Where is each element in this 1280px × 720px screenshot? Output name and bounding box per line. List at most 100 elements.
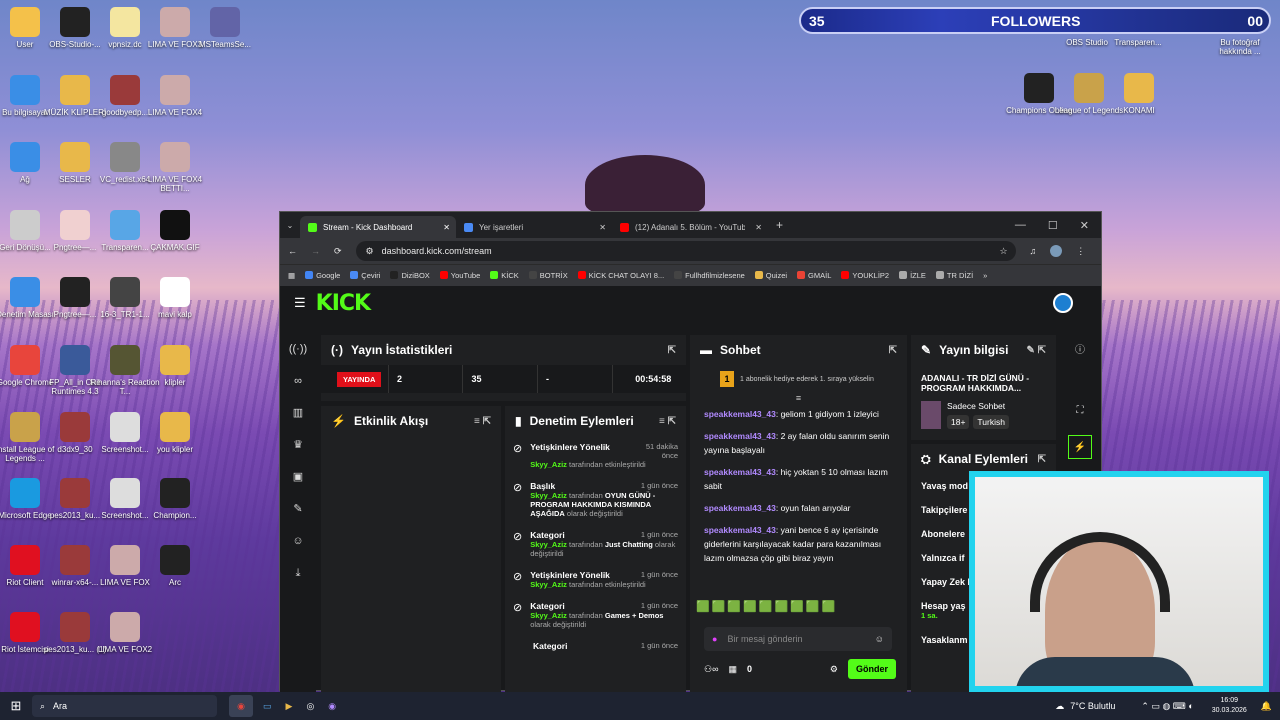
bookmark-item[interactable]: YOUKLİP2 bbox=[841, 271, 889, 280]
emoji-icon[interactable]: ☺ bbox=[875, 634, 884, 644]
bookmark-label: KİCK CHAT OLAYI 8... bbox=[588, 271, 665, 280]
bookmark-star-icon[interactable]: ☆ bbox=[999, 246, 1007, 257]
hamburger-icon[interactable]: ☰ bbox=[294, 295, 306, 311]
sidebar-users-icon[interactable]: ☺ bbox=[280, 525, 316, 557]
bookmark-item[interactable]: BOTRİX bbox=[528, 271, 568, 280]
edit-icon[interactable]: ✎ ⇱ bbox=[1026, 345, 1046, 356]
back-icon[interactable]: ← bbox=[288, 246, 297, 256]
quick-action-icon[interactable]: ⚡ bbox=[1068, 435, 1092, 459]
pinned-icon[interactable]: ≡ bbox=[690, 393, 907, 403]
desktop-icon[interactable]: klipler bbox=[140, 345, 210, 387]
mod-item-user: Skyy_Aziz bbox=[530, 580, 567, 589]
new-tab-button[interactable]: + bbox=[776, 218, 783, 232]
expand-icon[interactable]: ⇱ bbox=[668, 345, 676, 356]
tab-search-icon[interactable]: ⌄ bbox=[280, 221, 300, 230]
desktop-icon[interactable]: Bu fotoğraf hakkında ... bbox=[1205, 38, 1275, 56]
bookmark-item[interactable]: KİCK bbox=[490, 271, 519, 280]
chat-username[interactable]: speakkemal43_43 bbox=[704, 525, 776, 535]
chat-input[interactable]: ● Bir mesaj gönderin ☺ bbox=[704, 627, 892, 651]
weather-icon[interactable]: ☁ bbox=[1055, 701, 1064, 712]
desktop-icon[interactable]: LIMA VE FOX4 BETTI... bbox=[140, 142, 210, 193]
clock[interactable]: 16:09 30.03.2026 bbox=[1212, 696, 1247, 716]
taskbar-explorer-icon[interactable]: ▭ bbox=[263, 701, 272, 712]
user-avatar[interactable] bbox=[1053, 293, 1073, 313]
close-tab-icon[interactable]: ✕ bbox=[443, 223, 450, 232]
reload-icon[interactable]: ⟳ bbox=[334, 246, 342, 257]
settings-icon[interactable]: ⚙ bbox=[830, 664, 838, 675]
weather-text[interactable]: 7°C Bulutlu bbox=[1070, 701, 1115, 711]
taskbar-chrome-icon[interactable]: ◉ bbox=[229, 695, 253, 717]
sidebar-analytics-icon[interactable]: ▥ bbox=[280, 397, 316, 429]
url-field[interactable]: ⚙ dashboard.kick.com/stream ☆ bbox=[355, 241, 1016, 261]
taskbar-app-icon[interactable]: ◉ bbox=[328, 701, 336, 712]
browser-tab[interactable]: Yer işaretleri ✕ bbox=[456, 216, 612, 238]
chat-expand-icon[interactable]: ⇱ bbox=[889, 345, 897, 356]
chat-username[interactable]: speakkemal43_43 bbox=[704, 409, 776, 419]
desktop-icon[interactable]: KONAMI bbox=[1104, 73, 1174, 115]
desktop-icon[interactable]: ÇAKMAK.GIF bbox=[140, 210, 210, 252]
desktop-icon[interactable]: Transparen... bbox=[1103, 38, 1173, 47]
send-button[interactable]: Gönder bbox=[847, 659, 896, 679]
mic-icon[interactable]: ● bbox=[712, 634, 717, 644]
site-info-icon[interactable]: ⚙ bbox=[366, 246, 374, 257]
sidebar-trophy-icon[interactable]: ♛ bbox=[280, 429, 316, 461]
mod-item-title: Yetişkinlere Yönelik bbox=[530, 570, 610, 580]
desktop-icon[interactable]: mavi kalp bbox=[140, 277, 210, 319]
desktop-icon[interactable]: Champion... bbox=[140, 478, 210, 520]
sidebar-media-icon[interactable]: ▣ bbox=[280, 461, 316, 493]
info-icon[interactable]: ⓘ bbox=[1060, 335, 1100, 367]
forward-icon[interactable]: → bbox=[311, 246, 320, 256]
sidebar-stream-icon[interactable]: ((·)) bbox=[280, 333, 316, 365]
gift-icon[interactable]: ▦ bbox=[728, 664, 737, 675]
profile-avatar[interactable] bbox=[1050, 245, 1063, 257]
emote-row[interactable]: 🟩🟩🟩🟩🟩🟩🟩🟩🟩 bbox=[696, 600, 837, 613]
browser-tab[interactable]: (12) Adanalı 5. Bölüm - YouTub ✕ bbox=[612, 216, 768, 238]
desktop-icon[interactable]: LIMA VE FOX2 bbox=[90, 612, 160, 654]
start-icon[interactable]: ⊞ bbox=[0, 698, 32, 714]
taskbar-obs-icon[interactable]: ◎ bbox=[306, 701, 314, 712]
sidebar-link-icon[interactable]: ∞ bbox=[280, 365, 316, 397]
filter-icon[interactable]: ≡ ⇱ bbox=[474, 416, 491, 427]
channel-expand-icon[interactable]: ⇱ bbox=[1038, 454, 1046, 465]
bookmark-item[interactable]: DiziBOX bbox=[390, 271, 430, 280]
bookmark-item[interactable]: İZLE bbox=[899, 271, 926, 280]
chat-username[interactable]: speakkemal43_43 bbox=[704, 467, 776, 477]
menu-icon[interactable]: ⋮ bbox=[1076, 246, 1085, 257]
mod-filter-icon[interactable]: ≡ ⇱ bbox=[659, 416, 676, 427]
media-icon[interactable]: ♫ bbox=[1030, 246, 1037, 256]
taskbar-media-icon[interactable]: ▶ bbox=[286, 701, 293, 712]
chat-username[interactable]: speakkemal43_43 bbox=[704, 431, 776, 441]
sidebar-tools-icon[interactable]: ✎ bbox=[280, 493, 316, 525]
browser-tab[interactable]: Stream - Kick Dashboard ✕ bbox=[300, 216, 456, 238]
chat-username[interactable]: speakkemal43_43 bbox=[704, 503, 776, 513]
tray-icons[interactable]: ⌃ ▭ ◍ ⌨ ◐ bbox=[1141, 701, 1193, 712]
channel-action-label: Yavaş mod bbox=[921, 481, 969, 491]
desktop-icon[interactable]: MSTeamsSe... bbox=[190, 7, 260, 49]
category-name[interactable]: Sadece Sohbet bbox=[947, 401, 1009, 411]
close-tab-icon[interactable]: ✕ bbox=[599, 223, 606, 232]
desktop-icon[interactable]: LIMA VE FOX4 bbox=[140, 75, 210, 117]
notification-icon[interactable]: 🔔 bbox=[1261, 701, 1272, 712]
desktop-icon[interactable]: Arc bbox=[140, 545, 210, 587]
mod-item-time: 1 gün önce bbox=[640, 481, 678, 490]
bookmark-item[interactable]: Çeviri bbox=[350, 271, 380, 280]
close-tab-icon[interactable]: ✕ bbox=[755, 223, 762, 232]
bookmark-item[interactable]: Quizei bbox=[754, 271, 787, 280]
maximize-icon[interactable]: ☐ bbox=[1048, 219, 1058, 232]
bookmark-item[interactable]: Google bbox=[305, 271, 340, 280]
bookmark-item[interactable]: Fullhdfilmizlesene bbox=[674, 271, 745, 280]
points-icon[interactable]: ⚇∞ bbox=[704, 664, 718, 675]
bookmark-item[interactable]: TR DİZİ bbox=[935, 271, 973, 280]
close-window-icon[interactable]: ✕ bbox=[1080, 219, 1089, 232]
bookmark-item[interactable]: KİCK CHAT OLAYI 8... bbox=[577, 271, 665, 280]
kick-logo[interactable]: KICK bbox=[316, 291, 371, 316]
minimize-icon[interactable]: — bbox=[1015, 219, 1026, 232]
apps-icon[interactable]: ▦ bbox=[288, 271, 295, 280]
desktop-icon[interactable]: you klipler bbox=[140, 412, 210, 454]
bookmark-item[interactable]: YouTube bbox=[439, 271, 480, 280]
taskbar-search[interactable]: ⌕ Ara bbox=[32, 695, 217, 717]
more-bookmarks-icon[interactable]: » bbox=[983, 271, 987, 280]
bookmark-item[interactable]: GMAİL bbox=[797, 271, 831, 280]
fullscreen-icon[interactable]: ⛶ bbox=[1060, 395, 1100, 427]
sidebar-download-icon[interactable]: ⤓ bbox=[280, 557, 316, 589]
